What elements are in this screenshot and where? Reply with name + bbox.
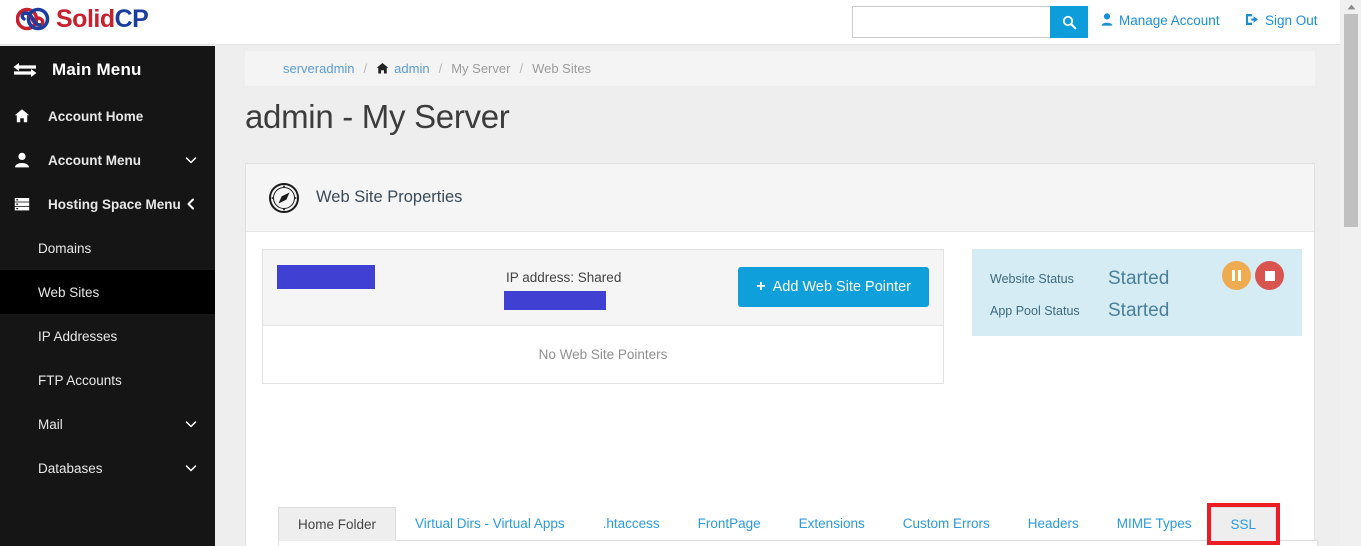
tab-frontpage[interactable]: FrontPage — [679, 506, 780, 540]
panel-header: Web Site Properties — [246, 164, 1314, 232]
sign-out-label: Sign Out — [1265, 13, 1318, 28]
app-pool-status-row: App Pool Status Started — [990, 295, 1284, 327]
sidebar-label-account-home: Account Home — [48, 108, 144, 124]
tab-ssl[interactable]: SSL — [1206, 503, 1281, 545]
user-icon — [1101, 13, 1113, 28]
sign-out-icon — [1245, 13, 1259, 28]
pause-icon — [1232, 270, 1241, 281]
web-site-pointers-box: IP address: Shared + Add Web Site Pointe… — [262, 249, 944, 384]
main-menu-label: Main Menu — [52, 60, 142, 79]
breadcrumb-separator: / — [363, 61, 368, 76]
exchange-arrows-icon — [13, 63, 37, 77]
sidebar-item-ftp-accounts[interactable]: FTP Accounts — [0, 358, 215, 402]
ip-value-redacted — [504, 291, 606, 310]
sidebar-item-mail[interactable]: Mail — [0, 402, 215, 446]
caret-up-icon — [1347, 4, 1355, 10]
sidebar-item-account-menu[interactable]: Account Menu — [0, 138, 215, 182]
chevron-left-icon[interactable] — [185, 198, 197, 210]
tab-mime-types[interactable]: MIME Types — [1098, 506, 1211, 540]
add-web-site-pointer-button[interactable]: + Add Web Site Pointer — [738, 267, 929, 307]
plus-icon: + — [756, 278, 766, 295]
chevron-down-icon[interactable] — [185, 462, 197, 474]
status-action-buttons — [1222, 261, 1284, 290]
breadcrumb-separator: / — [438, 61, 443, 76]
tab-extensions[interactable]: Extensions — [780, 506, 884, 540]
breadcrumb-item-serveradmin[interactable]: serveradmin — [283, 61, 355, 76]
stop-icon — [1264, 270, 1275, 281]
sidebar-item-domains[interactable]: Domains — [0, 226, 215, 270]
app-pool-status-value: Started — [1108, 300, 1170, 321]
chevron-down-icon[interactable] — [185, 418, 197, 430]
compass-icon — [269, 182, 299, 213]
scrollbar-up-button[interactable] — [1345, 1, 1357, 13]
website-status-value: Started — [1108, 268, 1170, 289]
sidebar-item-account-home[interactable]: Account Home — [0, 94, 215, 138]
ip-address-label: IP address: Shared — [506, 270, 622, 285]
main-content: serveradmin / admin / My Server / Web Si… — [215, 46, 1340, 546]
tab-headers[interactable]: Headers — [1009, 506, 1098, 540]
web-site-properties-panel: Web Site Properties IP address: Shared +… — [245, 163, 1318, 546]
sidebar-label-ip-addresses: IP Addresses — [38, 328, 118, 344]
logo-text-cp: CP — [114, 4, 149, 33]
home-icon — [14, 108, 36, 124]
app-pool-status-label: App Pool Status — [990, 304, 1080, 318]
manage-account-link[interactable]: Manage Account — [1101, 13, 1220, 28]
breadcrumb-item-web-sites: Web Sites — [532, 61, 592, 76]
user-icon — [14, 152, 36, 168]
site-name-redacted — [277, 265, 375, 289]
app-logo[interactable]: SolidCP — [16, 4, 149, 34]
sidebar-item-databases[interactable]: Databases — [0, 446, 215, 490]
sidebar-label-ftp-accounts: FTP Accounts — [38, 372, 122, 388]
pointers-toolbar: IP address: Shared + Add Web Site Pointe… — [263, 250, 943, 326]
website-status-box: Website Status Started App Pool Status S… — [972, 249, 1302, 336]
vertical-scrollbar-thumb[interactable] — [1344, 14, 1358, 227]
properties-tab-bar: Home Folder Virtual Dirs - Virtual Apps … — [278, 503, 1318, 545]
manage-account-label: Manage Account — [1119, 13, 1220, 28]
page-title: admin - My Server — [245, 98, 510, 135]
global-search — [852, 6, 1088, 38]
sidebar-label-databases: Databases — [38, 460, 103, 476]
pointers-empty-message: No Web Site Pointers — [538, 347, 668, 362]
sidebar: Main Menu Account Home Account Menu Host… — [0, 46, 215, 546]
panel-title: Web Site Properties — [316, 188, 463, 206]
server-icon — [14, 196, 36, 212]
breadcrumb-separator: / — [519, 61, 524, 76]
sidebar-item-web-sites[interactable]: Web Sites — [0, 270, 215, 314]
sidebar-label-domains: Domains — [38, 240, 92, 256]
chevron-down-icon[interactable] — [185, 154, 197, 166]
interlocking-circles-icon — [16, 7, 50, 31]
search-input[interactable] — [852, 6, 1050, 38]
logo-wordmark: SolidCP — [56, 4, 149, 34]
stop-website-button[interactable] — [1255, 261, 1284, 290]
tab-virtual-dirs[interactable]: Virtual Dirs - Virtual Apps — [396, 506, 584, 540]
website-status-label: Website Status — [990, 272, 1074, 286]
top-header-bar: SolidCP Manage Account Sign Out — [0, 0, 1340, 45]
sign-out-link[interactable]: Sign Out — [1245, 13, 1318, 28]
tab-custom-errors[interactable]: Custom Errors — [884, 506, 1009, 540]
search-button[interactable] — [1050, 6, 1088, 38]
breadcrumb-item-admin[interactable]: admin — [394, 61, 429, 76]
website-status-row: Website Status Started — [990, 261, 1284, 295]
add-web-site-pointer-label: Add Web Site Pointer — [772, 279, 911, 295]
home-folder-tab-pane: Folder in your Hosting Space Redirection… — [278, 541, 1318, 546]
pause-website-button[interactable] — [1222, 261, 1251, 290]
sidebar-item-ip-addresses[interactable]: IP Addresses — [0, 314, 215, 358]
sidebar-label-hosting-space-menu: Hosting Space Menu — [48, 196, 181, 212]
sidebar-label-web-sites: Web Sites — [38, 284, 100, 300]
sidebar-item-hosting-space-menu[interactable]: Hosting Space Menu — [0, 182, 215, 226]
sidebar-label-account-menu: Account Menu — [48, 152, 141, 168]
breadcrumb: serveradmin / admin / My Server / Web Si… — [245, 51, 1315, 86]
tab-home-folder[interactable]: Home Folder — [278, 507, 397, 541]
search-icon — [1062, 15, 1076, 29]
breadcrumb-item-my-server: My Server — [451, 61, 511, 76]
logo-text-solid: Solid — [56, 4, 115, 33]
tab-htaccess[interactable]: .htaccess — [584, 506, 679, 540]
home-icon — [376, 62, 389, 75]
sidebar-label-mail: Mail — [38, 416, 63, 432]
main-menu-header[interactable]: Main Menu — [0, 46, 215, 94]
